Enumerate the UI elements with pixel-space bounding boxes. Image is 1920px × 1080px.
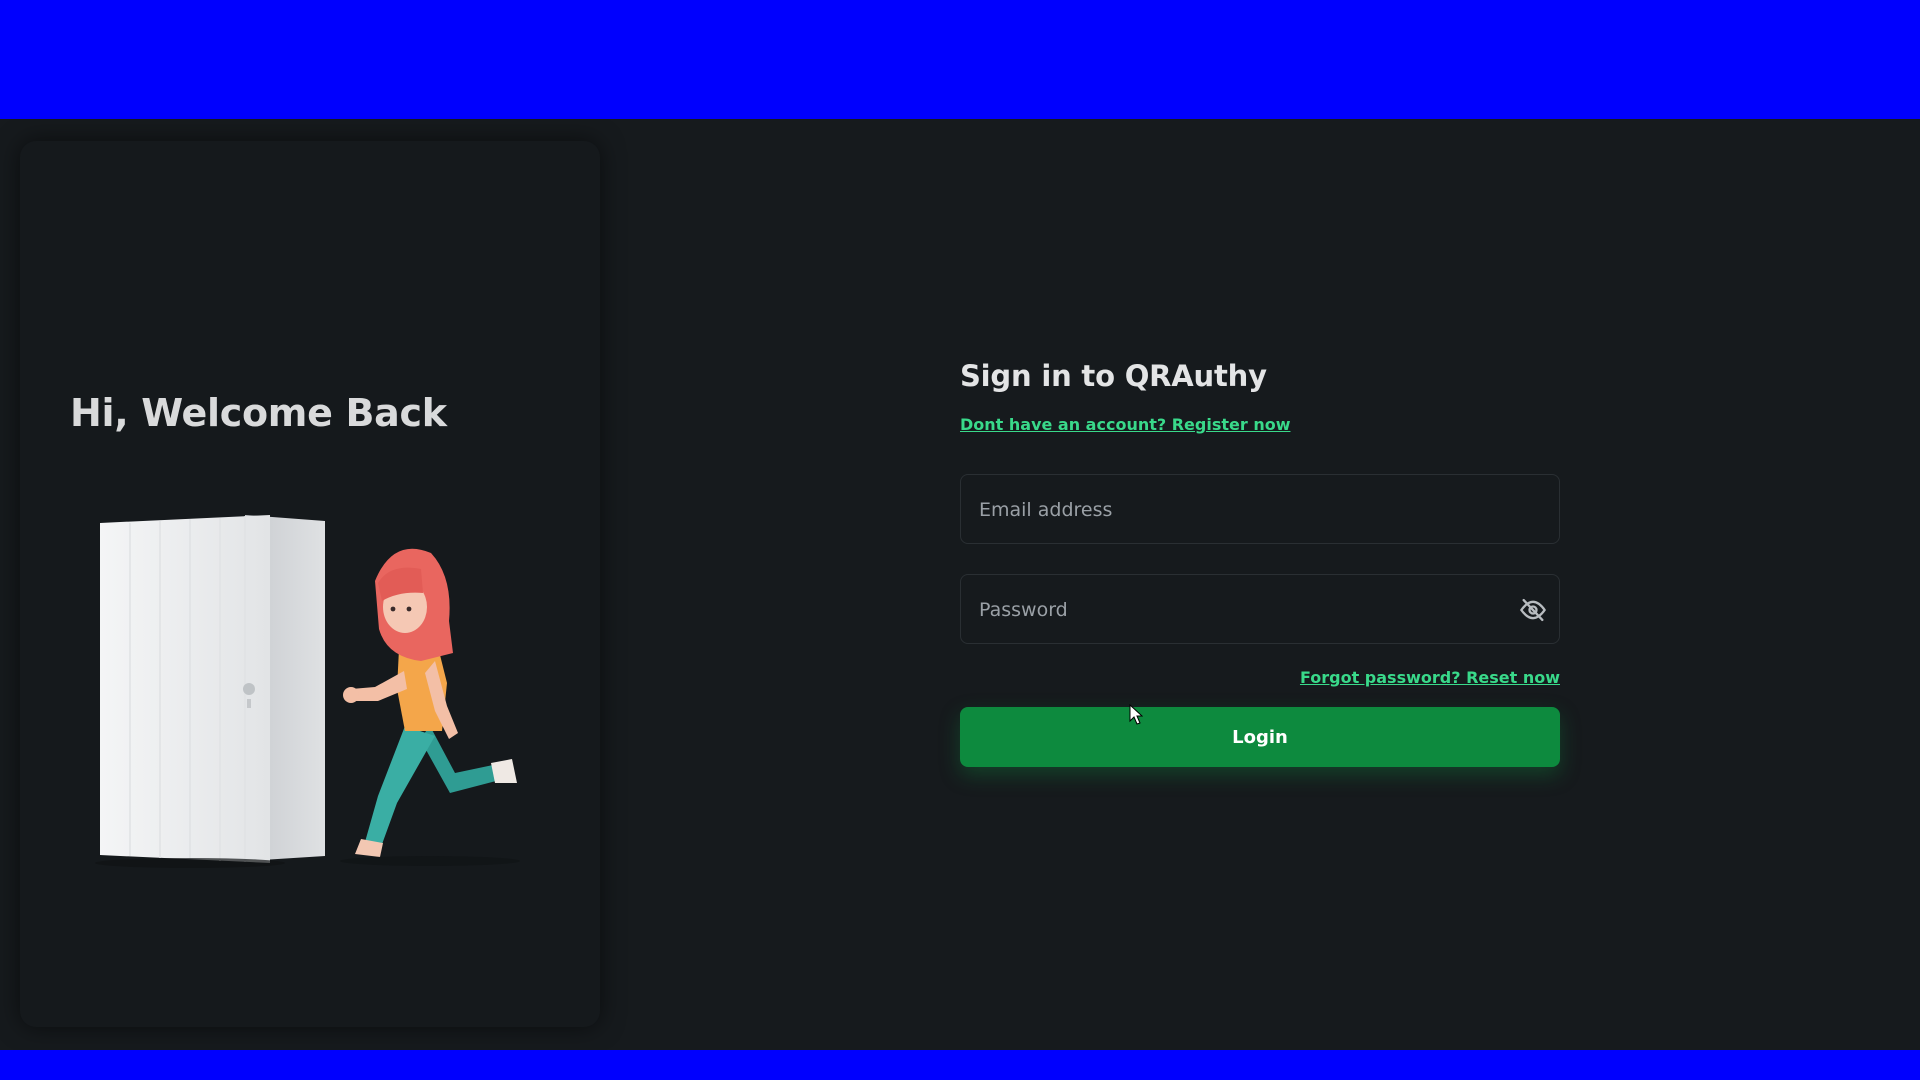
eye-off-icon[interactable] xyxy=(1519,596,1547,624)
password-field-wrapper xyxy=(960,574,1560,645)
login-button[interactable]: Login xyxy=(960,707,1560,767)
email-field-wrapper xyxy=(960,474,1560,545)
forgot-row: Forgot password? Reset now xyxy=(960,668,1560,687)
mouse-pointer-icon xyxy=(1129,704,1143,725)
door-and-runner-illustration xyxy=(95,515,520,868)
bottom-band xyxy=(0,1050,1920,1080)
password-input[interactable] xyxy=(977,575,1521,645)
form-title: Sign in to QRAuthy xyxy=(960,359,1267,393)
welcome-heading: Hi, Welcome Back xyxy=(70,391,447,435)
app-container: Hi, Welcome Back Sign in to QRAuthy Dont… xyxy=(0,119,1920,1050)
register-link[interactable]: Dont have an account? Register now xyxy=(960,415,1290,434)
forgot-password-link[interactable]: Forgot password? Reset now xyxy=(1300,668,1560,687)
login-form: Sign in to QRAuthy Dont have an account?… xyxy=(960,359,1560,767)
email-input[interactable] xyxy=(977,475,1521,545)
welcome-card: Hi, Welcome Back xyxy=(20,141,600,1027)
top-band xyxy=(0,0,1920,119)
